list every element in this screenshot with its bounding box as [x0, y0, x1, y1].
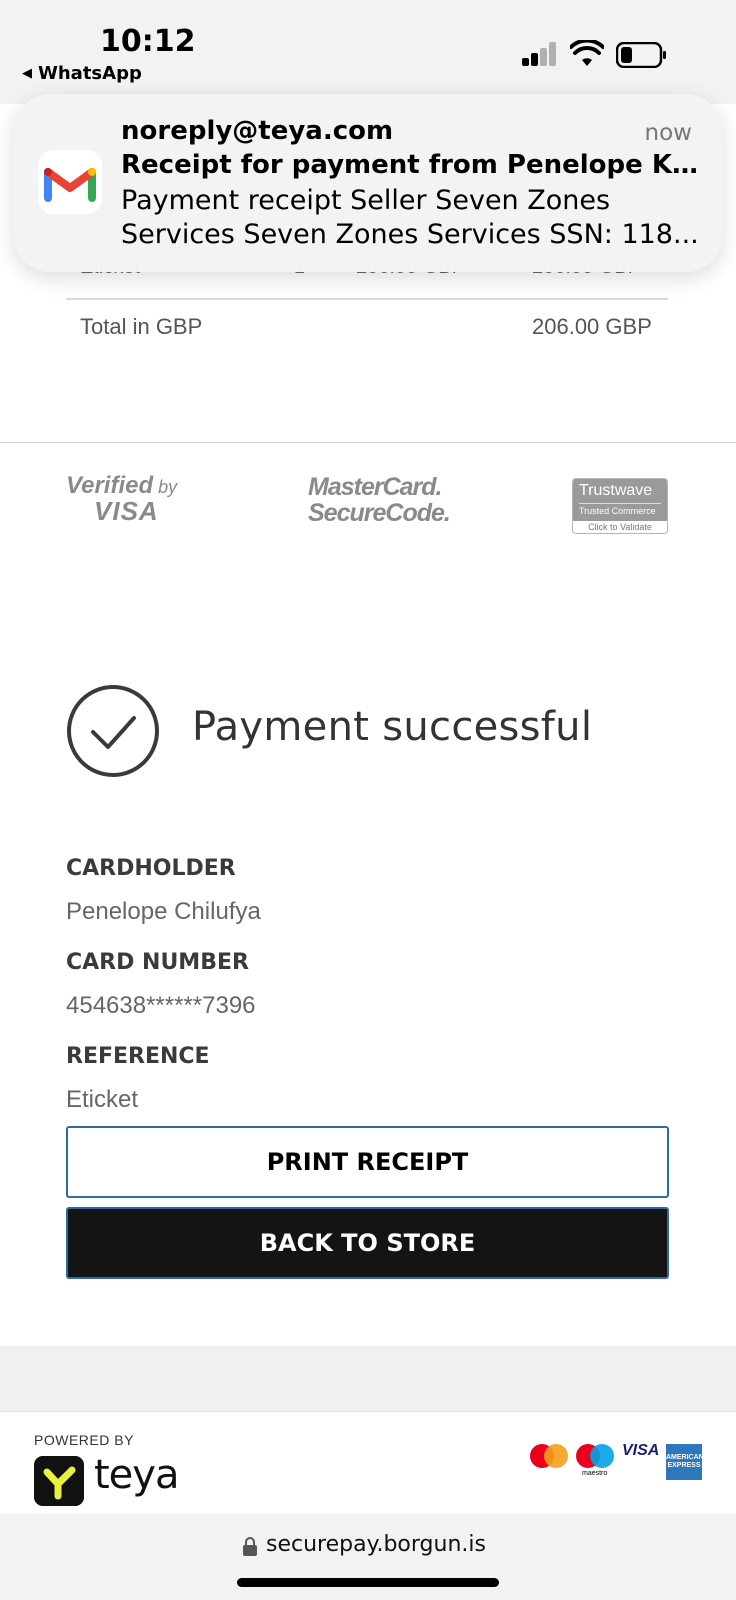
- back-to-store-button[interactable]: BACK TO STORE: [66, 1207, 669, 1279]
- maestro-label: maestro: [582, 1470, 608, 1477]
- reference-label: REFERENCE: [66, 1044, 210, 1069]
- mastercard-securecode-logo: MasterCard. SecureCode.: [308, 473, 451, 528]
- trustwave-validate: Click to Validate: [588, 522, 652, 532]
- notification-time: now: [644, 120, 692, 146]
- teya-wordmark: teya: [94, 1452, 179, 1498]
- gmail-icon: [38, 150, 102, 214]
- payment-status: Payment successful: [192, 704, 593, 750]
- trustwave-name: Trustwave: [579, 482, 653, 499]
- url-text[interactable]: securepay.borgun.is: [266, 1532, 486, 1557]
- check-circle-icon: [67, 685, 159, 777]
- back-arrow-icon: ◀: [22, 66, 32, 81]
- trustwave-sub: Trusted Commerce: [579, 503, 661, 516]
- cardholder-label: CARDHOLDER: [66, 856, 236, 881]
- notification-body: Payment receipt Seller Seven Zones Servi…: [121, 184, 701, 252]
- mastercard-text: MasterCard.: [308, 473, 442, 501]
- visa-text: VISA: [94, 496, 159, 526]
- securecode-text: SecureCode.: [308, 499, 451, 528]
- notification-body-line: Payment receipt Seller Seven Zones: [121, 185, 611, 216]
- notification-sender: noreply@teya.com: [121, 116, 394, 146]
- by-text: by: [158, 477, 178, 497]
- total-value: 206.00 GBP: [532, 314, 652, 339]
- print-receipt-button[interactable]: PRINT RECEIPT: [66, 1126, 669, 1198]
- card-number-value: 454638******7396: [66, 992, 256, 1019]
- visa-icon: VISA: [622, 1442, 660, 1459]
- verified-by-visa-logo: Verified by VISA: [66, 472, 186, 526]
- powered-by-label: POWERED BY: [34, 1432, 134, 1448]
- section-divider: [0, 442, 736, 443]
- accepted-cards: maestro VISA AMERICAN EXPRESS: [530, 1440, 706, 1480]
- notification-body-line: Services Seven Zones Services SSN: 118..…: [121, 219, 699, 250]
- status-time: 10:12: [100, 24, 196, 59]
- teya-logo-icon: [34, 1456, 84, 1506]
- battery-icon: [616, 42, 666, 68]
- total-label: Total in GBP: [80, 314, 203, 339]
- notification-subject: Receipt for payment from Penelope Ka...: [121, 150, 701, 180]
- back-to-app-link[interactable]: ◀ WhatsApp: [22, 63, 142, 84]
- verified-text: Verified: [66, 472, 154, 499]
- browser-url-bar[interactable]: [0, 1514, 736, 1600]
- back-app-label: WhatsApp: [38, 63, 142, 84]
- card-number-label: CARD NUMBER: [66, 950, 249, 975]
- home-indicator[interactable]: [237, 1578, 499, 1587]
- status-bar: 10:12 ◀ WhatsApp: [0, 0, 736, 104]
- lock-icon: [243, 1537, 257, 1556]
- amex-icon: AMERICAN EXPRESS: [666, 1444, 704, 1480]
- trustwave-seal[interactable]: Trustwave Trusted Commerce Click to Vali…: [572, 478, 668, 534]
- cardholder-value: Penelope Chilufya: [66, 898, 261, 925]
- gmail-notification[interactable]: noreply@teya.com now Receipt for payment…: [14, 94, 722, 272]
- order-divider: [66, 298, 668, 300]
- reference-value: Eticket: [66, 1086, 139, 1113]
- cellular-signal-icon: [522, 42, 558, 66]
- wifi-icon: [570, 40, 604, 66]
- footer-divider: [0, 1411, 736, 1412]
- page-bottom-band: [0, 1346, 736, 1412]
